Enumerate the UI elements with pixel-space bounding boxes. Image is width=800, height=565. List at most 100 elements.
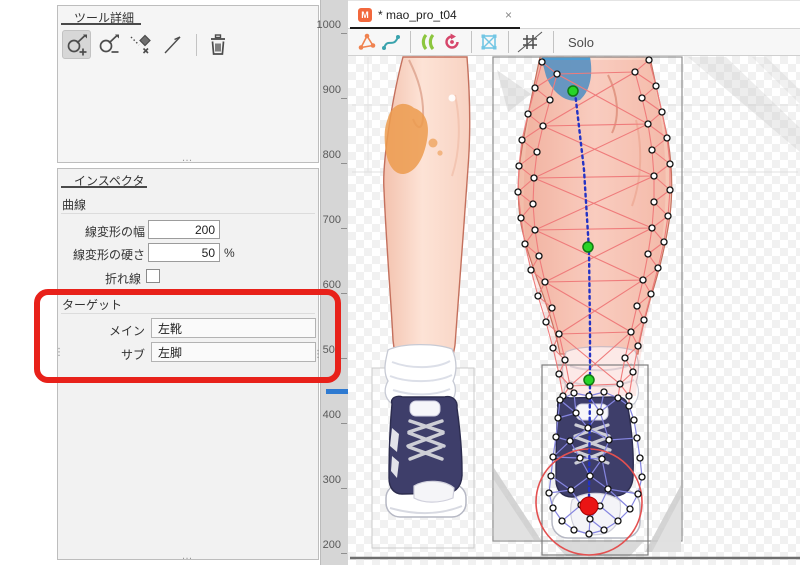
mesh-vertex[interactable] (615, 518, 621, 524)
mesh-vertex[interactable] (646, 57, 652, 63)
mesh-vertex[interactable] (540, 123, 546, 129)
mesh-vertex[interactable] (516, 163, 522, 169)
mesh-vertex[interactable] (601, 389, 607, 395)
mesh-vertex[interactable] (655, 265, 661, 271)
mesh-vertex[interactable] (597, 409, 603, 415)
mesh-vertex[interactable] (628, 329, 634, 335)
mesh-vertex[interactable] (664, 135, 670, 141)
mesh-vertex[interactable] (665, 213, 671, 219)
mesh-vertex[interactable] (553, 434, 559, 440)
mesh-vertex[interactable] (577, 455, 583, 461)
curve-edit-button[interactable] (380, 31, 402, 53)
mesh-vertex[interactable] (573, 410, 579, 416)
mesh-vertex[interactable] (634, 303, 640, 309)
mesh-vertex[interactable] (635, 491, 641, 497)
mesh-vertex[interactable] (539, 59, 545, 65)
glue-button[interactable] (417, 31, 439, 53)
tab-close-icon[interactable]: × (505, 8, 512, 22)
mesh-vertex[interactable] (549, 305, 555, 311)
mesh-vertex[interactable] (635, 343, 641, 349)
mesh-vertex[interactable] (515, 189, 521, 195)
polyline-checkbox[interactable] (146, 269, 160, 283)
mesh-vertex[interactable] (639, 95, 645, 101)
mesh-vertex[interactable] (519, 137, 525, 143)
mesh-vertex[interactable] (605, 486, 611, 492)
guide-control-point[interactable] (583, 242, 593, 252)
delete-tool-button[interactable] (203, 30, 232, 59)
mesh-vertex[interactable] (556, 371, 562, 377)
mesh-vertex[interactable] (546, 490, 552, 496)
mesh-vertex[interactable] (622, 355, 628, 361)
mesh-vertex[interactable] (640, 277, 646, 283)
mesh-vertex[interactable] (571, 527, 577, 533)
mesh-vertex[interactable] (542, 279, 548, 285)
mesh-vertex[interactable] (606, 437, 612, 443)
mesh-vertex[interactable] (641, 317, 647, 323)
mesh-vertex[interactable] (518, 215, 524, 221)
guide-control-point[interactable] (568, 86, 578, 96)
remove-control-point-tool-button[interactable] (94, 30, 123, 59)
mesh-vertex[interactable] (626, 393, 632, 399)
transform-box-button[interactable] (478, 31, 500, 53)
mesh-vertex[interactable] (601, 527, 607, 533)
mesh-vertex[interactable] (528, 267, 534, 273)
guide-control-point[interactable] (584, 375, 594, 385)
mesh-vertex[interactable] (555, 415, 561, 421)
mesh-vertex[interactable] (651, 199, 657, 205)
mesh-vertex[interactable] (547, 97, 553, 103)
target-sub-field[interactable] (151, 342, 316, 362)
mesh-vertex[interactable] (571, 390, 577, 396)
mesh-vertex[interactable] (587, 473, 593, 479)
mesh-vertex[interactable] (550, 454, 556, 460)
mesh-vertex[interactable] (550, 345, 556, 351)
mesh-vertex[interactable] (548, 473, 554, 479)
mesh-vertex[interactable] (525, 111, 531, 117)
mesh-vertex[interactable] (645, 251, 651, 257)
mesh-vertex[interactable] (631, 417, 637, 423)
line-hardness-input[interactable] (148, 243, 220, 262)
mesh-vertex[interactable] (532, 227, 538, 233)
mesh-vertex[interactable] (550, 505, 556, 511)
line-width-input[interactable] (148, 220, 220, 239)
grid-toggle-button[interactable] (515, 31, 545, 53)
mesh-vertex[interactable] (630, 369, 636, 375)
splitter-handle[interactable]: ⋮ (54, 351, 64, 355)
mesh-vertex[interactable] (617, 381, 623, 387)
mesh-vertex[interactable] (667, 161, 673, 167)
mesh-vertex[interactable] (557, 397, 563, 403)
mesh-vertex[interactable] (556, 331, 562, 337)
mesh-vertex[interactable] (534, 149, 540, 155)
mesh-vertex[interactable] (567, 383, 573, 389)
document-tab[interactable]: M * mao_pro_t04 × (350, 2, 520, 29)
mesh-vertex[interactable] (626, 403, 632, 409)
solo-mode-label[interactable]: Solo (568, 35, 594, 50)
mesh-vertex[interactable] (661, 239, 667, 245)
mesh-vertex[interactable] (645, 121, 651, 127)
panel-resize-handle[interactable]: … (182, 155, 195, 161)
rotate-deformer-button[interactable] (441, 31, 463, 53)
mesh-vertex[interactable] (651, 173, 657, 179)
erase-control-point-tool-button[interactable] (126, 30, 155, 59)
mesh-vertex[interactable] (648, 291, 654, 297)
mesh-vertex[interactable] (559, 518, 565, 524)
add-control-point-tool-button[interactable] (62, 30, 91, 59)
mesh-vertex[interactable] (634, 435, 640, 441)
mesh-vertex[interactable] (659, 109, 665, 115)
mesh-vertex[interactable] (585, 425, 591, 431)
mesh-vertex[interactable] (653, 83, 659, 89)
mesh-vertex[interactable] (568, 487, 574, 493)
mesh-vertex[interactable] (599, 456, 605, 462)
mesh-vertex[interactable] (649, 225, 655, 231)
mesh-vertex[interactable] (536, 253, 542, 259)
mesh-vertex[interactable] (667, 187, 673, 193)
mesh-vertex[interactable] (615, 395, 621, 401)
mesh-vertex[interactable] (586, 393, 592, 399)
selected-control-point[interactable] (580, 497, 598, 515)
mesh-vertex[interactable] (587, 516, 593, 522)
mesh-vertex[interactable] (532, 85, 538, 91)
mesh-vertex[interactable] (649, 147, 655, 153)
mesh-vertex[interactable] (530, 201, 536, 207)
mesh-vertex[interactable] (543, 319, 549, 325)
mesh-vertex[interactable] (522, 241, 528, 247)
target-main-field[interactable] (151, 318, 316, 338)
